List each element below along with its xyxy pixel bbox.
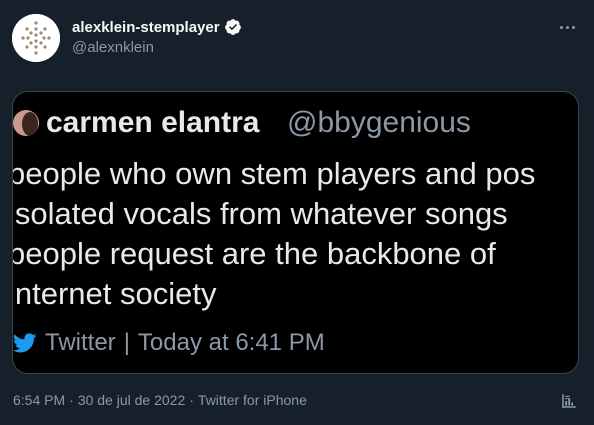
analytics-icon[interactable] bbox=[560, 392, 578, 410]
quoted-footer: Twitter | Today at 6:41 PM bbox=[13, 329, 325, 357]
quoted-text-line: isolated vocals from whatever songs bbox=[12, 196, 508, 231]
author-display-name[interactable]: alexklein-stemplayer bbox=[72, 18, 242, 36]
tweet-date[interactable]: 30 de jul de 2022 bbox=[78, 392, 185, 408]
more-icon-dot bbox=[565, 25, 569, 29]
quoted-avatar bbox=[13, 110, 39, 136]
author-avatar[interactable] bbox=[12, 14, 60, 62]
stem-player-logo-icon bbox=[12, 14, 60, 62]
tweet: alexklein-stemplayer @alexnklein carmen … bbox=[0, 0, 594, 425]
more-icon bbox=[559, 25, 563, 29]
tweet-meta: 6:54 PM · 30 de jul de 2022 · Twitter fo… bbox=[13, 392, 307, 408]
quoted-time: Today at 6:41 PM bbox=[137, 329, 325, 356]
more-icon-dot bbox=[571, 25, 575, 29]
author-handle[interactable]: @alexnklein bbox=[72, 39, 154, 56]
quoted-source: Twitter bbox=[45, 329, 116, 356]
meta-separator: · bbox=[69, 392, 74, 408]
tweet-source[interactable]: Twitter for iPhone bbox=[198, 392, 307, 408]
twitter-bird-icon bbox=[13, 333, 37, 353]
quoted-text-line: people who own stem players and pos bbox=[12, 156, 536, 191]
more-options-button[interactable] bbox=[556, 16, 578, 38]
quoted-display-name: carmen elantra bbox=[46, 106, 260, 139]
verified-badge-icon bbox=[224, 19, 241, 35]
quoted-text: people who own stem players and pos isol… bbox=[12, 154, 578, 314]
tweet-media-image[interactable]: carmen elantra @bbygenious people who ow… bbox=[12, 91, 579, 374]
tweet-time[interactable]: 6:54 PM bbox=[13, 392, 65, 408]
quoted-handle: @bbygenious bbox=[287, 106, 471, 139]
quoted-text-line: internet society bbox=[12, 276, 217, 311]
quoted-divider: | bbox=[123, 329, 130, 356]
quoted-text-line: people request are the backbone of bbox=[12, 236, 496, 271]
author-display-name-text[interactable]: alexklein-stemplayer bbox=[72, 19, 220, 36]
meta-separator: · bbox=[189, 392, 194, 408]
